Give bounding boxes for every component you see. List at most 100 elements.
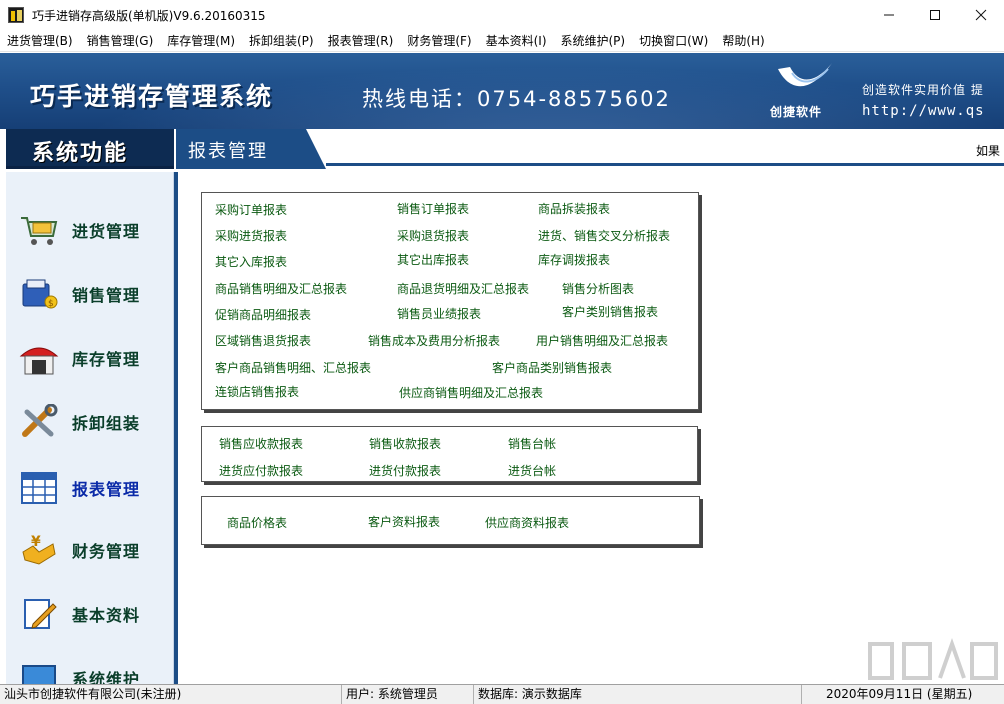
menu-bar: 进货管理(B) 销售管理(G) 库存管理(M) 拆卸组装(P) 报表管理(R) … xyxy=(0,30,1004,52)
report-link[interactable]: 供应商资料报表 xyxy=(485,514,569,531)
report-link[interactable]: 客户类别销售报表 xyxy=(562,303,658,320)
menu-inventory[interactable]: 库存管理(M) xyxy=(160,30,242,52)
report-link[interactable]: 销售成本及费用分析报表 xyxy=(368,332,500,349)
report-link[interactable]: 销售订单报表 xyxy=(397,200,469,217)
banner-title: 巧手进销存管理系统 xyxy=(30,82,274,111)
sidebar-item-label: 财务管理 xyxy=(72,542,141,561)
edit-document-icon xyxy=(18,594,60,634)
sidebar-item-label: 系统维护 xyxy=(72,670,141,684)
report-link[interactable]: 销售收款报表 xyxy=(369,435,441,452)
basic-info-panel: 商品价格表 客户资料报表 供应商资料报表 xyxy=(201,496,700,545)
report-link[interactable]: 销售应收款报表 xyxy=(219,435,303,452)
menu-system[interactable]: 系统维护(P) xyxy=(554,30,633,52)
sidebar-item-purchase[interactable]: 进货管理 xyxy=(6,202,173,258)
sales-reports-panel: 采购订单报表 销售订单报表 商品拆装报表 采购进货报表 采购退货报表 进货、销售… xyxy=(201,192,699,410)
logo-text: 创捷软件 xyxy=(770,105,823,119)
report-link[interactable]: 商品退货明细及汇总报表 xyxy=(397,280,529,297)
status-date: 2020年09月11日 (星期五) xyxy=(826,687,973,701)
menu-sales[interactable]: 销售管理(G) xyxy=(80,30,161,52)
report-link[interactable]: 商品销售明细及汇总报表 xyxy=(215,280,347,297)
report-link[interactable]: 商品拆装报表 xyxy=(538,200,610,217)
report-link[interactable]: 客户资料报表 xyxy=(368,513,440,530)
report-link[interactable]: 供应商销售明细及汇总报表 xyxy=(399,384,543,401)
report-link[interactable]: 进货台帐 xyxy=(508,462,556,479)
report-link[interactable]: 销售员业绩报表 xyxy=(397,305,481,322)
status-bar: 汕头市创捷软件有限公司(未注册) 用户: 系统管理员 数据库: 演示数据库 20… xyxy=(0,684,1004,704)
sidebar-item-label: 进货管理 xyxy=(72,222,141,241)
warehouse-icon xyxy=(18,338,60,378)
system-functions-label: 系统功能 xyxy=(32,141,129,166)
window-controls xyxy=(866,0,1004,30)
current-module-label: 报表管理 xyxy=(188,141,268,162)
report-link[interactable]: 连锁店销售报表 xyxy=(215,383,299,400)
header-strip: 系统功能 报表管理 如果 xyxy=(0,129,1004,169)
report-link[interactable]: 销售台帐 xyxy=(508,435,556,452)
menu-help[interactable]: 帮助(H) xyxy=(715,30,771,52)
current-module-tab: 报表管理 xyxy=(176,129,326,169)
shopping-cart-icon xyxy=(18,210,60,250)
report-link[interactable]: 进货应付款报表 xyxy=(219,462,303,479)
system-functions-header: 系统功能 xyxy=(6,129,174,169)
sidebar-item-assembly[interactable]: 拆卸组装 xyxy=(6,394,173,450)
report-link[interactable]: 采购进货报表 xyxy=(215,227,287,244)
banner-phone: 热线电话：0754-88575602 xyxy=(362,87,671,111)
title-bar: 巧手进销存高级版(单机版)V9.6.20160315 xyxy=(0,0,1004,30)
reports-content: 采购订单报表 销售订单报表 商品拆装报表 采购进货报表 采购退货报表 进货、销售… xyxy=(178,172,1004,684)
report-link[interactable]: 其它出库报表 xyxy=(397,251,469,268)
sidebar-item-reports[interactable]: 报表管理 xyxy=(6,460,173,516)
menu-window[interactable]: 切换窗口(W) xyxy=(632,30,715,52)
receivables-panel: 销售应收款报表 销售收款报表 销售台帐 进货应付款报表 进货付款报表 进货台帐 xyxy=(201,426,698,482)
status-database: 数据库: 演示数据库 xyxy=(474,685,802,704)
report-link[interactable]: 销售分析图表 xyxy=(562,280,634,297)
banner: 巧手进销存管理系统 热线电话：0754-88575602 创捷软件 创造软件实用… xyxy=(0,53,1004,129)
company-logo-icon xyxy=(778,63,832,87)
menu-basic-data[interactable]: 基本资料(I) xyxy=(479,30,554,52)
status-user: 用户: 系统管理员 xyxy=(342,685,474,704)
sidebar-item-label: 销售管理 xyxy=(72,286,141,305)
status-company: 汕头市创捷软件有限公司(未注册) xyxy=(0,685,342,704)
minimize-button[interactable] xyxy=(866,0,912,30)
tools-icon xyxy=(18,402,60,442)
close-icon xyxy=(975,9,987,21)
menu-assembly[interactable]: 拆卸组装(P) xyxy=(242,30,321,52)
sidebar-item-label: 库存管理 xyxy=(72,350,141,369)
window-title: 巧手进销存高级版(单机版)V9.6.20160315 xyxy=(32,8,266,23)
report-link[interactable]: 客户商品销售明细、汇总报表 xyxy=(215,359,371,376)
report-link[interactable]: 商品价格表 xyxy=(227,514,287,531)
report-table-icon xyxy=(18,468,60,508)
website: http://www.qs xyxy=(862,103,985,119)
report-link[interactable]: 采购退货报表 xyxy=(397,227,469,244)
sidebar-item-sales[interactable]: $ 销售管理 xyxy=(6,266,173,322)
monitor-icon xyxy=(18,658,60,684)
report-link[interactable]: 采购订单报表 xyxy=(215,201,287,218)
sidebar-item-label: 拆卸组装 xyxy=(72,414,141,433)
svg-text:¥: ¥ xyxy=(31,534,41,550)
header-divider xyxy=(326,163,1004,166)
watermark-logo-icon xyxy=(868,637,998,680)
sidebar-item-finance[interactable]: ¥ 财务管理 xyxy=(6,522,173,578)
maximize-icon xyxy=(930,10,940,20)
report-link[interactable]: 进货付款报表 xyxy=(369,462,441,479)
report-link[interactable]: 区域销售退货报表 xyxy=(215,332,311,349)
app-logo-icon xyxy=(8,7,24,23)
sidebar-item-system[interactable]: 系统维护 xyxy=(6,650,173,684)
report-link[interactable]: 进货、销售交叉分析报表 xyxy=(538,227,670,244)
report-link[interactable]: 促销商品明细报表 xyxy=(215,306,311,323)
menu-purchase[interactable]: 进货管理(B) xyxy=(0,30,80,52)
sidebar-item-inventory[interactable]: 库存管理 xyxy=(6,330,173,386)
slogan: 创造软件实用价值 提 xyxy=(862,83,984,97)
report-link[interactable]: 库存调拨报表 xyxy=(538,251,610,268)
sidebar-item-label: 基本资料 xyxy=(72,606,141,625)
close-button[interactable] xyxy=(958,0,1004,30)
menu-reports[interactable]: 报表管理(R) xyxy=(321,30,401,52)
maximize-button[interactable] xyxy=(912,0,958,30)
sidebar-item-basic-data[interactable]: 基本资料 xyxy=(6,586,173,642)
cash-register-icon: $ xyxy=(18,274,60,314)
svg-text:$: $ xyxy=(48,299,54,309)
header-hint: 如果 xyxy=(975,144,1000,158)
report-link[interactable]: 客户商品类别销售报表 xyxy=(492,359,612,376)
report-link[interactable]: 其它入库报表 xyxy=(215,253,287,270)
report-link[interactable]: 用户销售明细及汇总报表 xyxy=(536,332,668,349)
minimize-icon xyxy=(884,14,894,16)
menu-finance[interactable]: 财务管理(F) xyxy=(400,30,478,52)
